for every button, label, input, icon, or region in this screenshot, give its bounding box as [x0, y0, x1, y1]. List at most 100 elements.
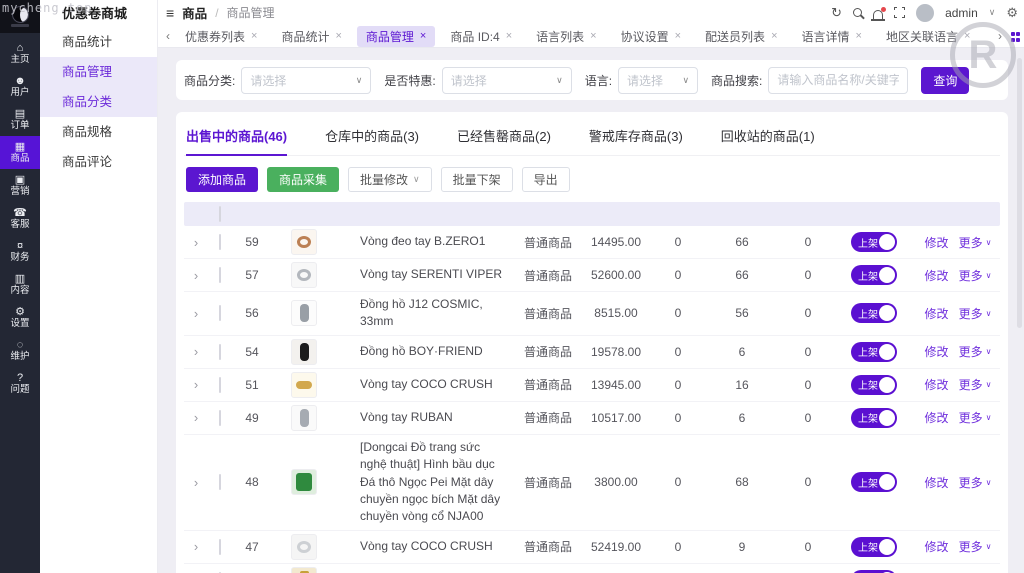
onshelf-toggle[interactable]: 上架	[851, 375, 897, 395]
export-button[interactable]: 导出	[522, 167, 570, 192]
select-all-checkbox[interactable]	[219, 206, 221, 222]
open-tab[interactable]: 地区关联语言 ×	[877, 26, 979, 47]
onshelf-toggle[interactable]: 上架	[851, 265, 897, 285]
sidebar-menu-item[interactable]: 商品规格	[40, 117, 157, 147]
row-checkbox[interactable]	[219, 410, 221, 426]
more-link[interactable]: 更多 ∨	[959, 474, 992, 491]
sidebar-menu-item[interactable]: 商品统计	[40, 27, 157, 57]
onshelf-toggle[interactable]: 上架	[851, 232, 897, 252]
rail-item[interactable]: ⚙ 设置	[0, 301, 40, 334]
refresh-icon[interactable]: ↻	[831, 5, 842, 21]
more-link[interactable]: 更多 ∨	[959, 343, 992, 360]
open-tab[interactable]: 协议设置 ×	[612, 26, 690, 47]
status-tab[interactable]: 仓库中的商品(3)	[325, 122, 419, 155]
fullscreen-icon[interactable]	[894, 7, 905, 18]
tab-close-icon[interactable]: ×	[771, 30, 777, 42]
edit-link[interactable]: 修改	[925, 343, 949, 360]
username[interactable]: admin	[945, 6, 978, 20]
status-tab[interactable]: 警戒库存商品(3)	[589, 122, 683, 155]
status-tab[interactable]: 回收站的商品(1)	[721, 122, 815, 155]
query-button[interactable]: 查询	[921, 67, 969, 94]
tab-close-icon[interactable]: ×	[675, 30, 681, 42]
breadcrumb-root[interactable]: 商品	[182, 3, 207, 22]
app-logo[interactable]	[0, 0, 40, 33]
onshelf-toggle[interactable]: 上架	[851, 303, 897, 323]
rail-item[interactable]: ☎ 客服	[0, 202, 40, 235]
row-expand-icon[interactable]: ›	[184, 344, 208, 359]
row-expand-icon[interactable]: ›	[184, 268, 208, 283]
open-tab[interactable]: 语言列表 ×	[527, 26, 605, 47]
row-expand-icon[interactable]: ›	[184, 306, 208, 321]
category-select[interactable]: 请选择 ∨	[241, 67, 371, 94]
open-tab[interactable]: 配送员列表 ×	[696, 26, 786, 47]
row-checkbox[interactable]	[219, 377, 221, 393]
edit-link[interactable]: 修改	[925, 234, 949, 251]
row-expand-icon[interactable]: ›	[184, 377, 208, 392]
tab-close-icon[interactable]: ×	[420, 30, 426, 42]
edit-link[interactable]: 修改	[925, 376, 949, 393]
batch-edit-button[interactable]: 批量修改 ∨	[348, 167, 432, 192]
edit-link[interactable]: 修改	[925, 409, 949, 426]
more-link[interactable]: 更多 ∨	[959, 305, 992, 322]
row-expand-icon[interactable]: ›	[184, 410, 208, 425]
product-search-input[interactable]	[768, 67, 908, 94]
onshelf-toggle[interactable]: 上架	[851, 408, 897, 428]
more-link[interactable]: 更多 ∨	[959, 376, 992, 393]
rail-item[interactable]: ▦ 商品	[0, 136, 40, 169]
special-select[interactable]: 请选择 ∨	[442, 67, 572, 94]
row-checkbox[interactable]	[219, 234, 221, 250]
add-product-button[interactable]: 添加商品	[186, 167, 258, 192]
row-checkbox[interactable]	[219, 267, 221, 283]
edit-link[interactable]: 修改	[925, 267, 949, 284]
rail-item[interactable]: ⌂ 主页	[0, 37, 40, 70]
tab-close-icon[interactable]: ×	[251, 30, 257, 42]
edit-link[interactable]: 修改	[925, 538, 949, 555]
row-checkbox[interactable]	[219, 305, 221, 321]
row-checkbox[interactable]	[219, 539, 221, 555]
row-checkbox[interactable]	[219, 344, 221, 360]
user-chevron-down-icon[interactable]: ∨	[989, 7, 996, 18]
avatar[interactable]	[916, 4, 934, 22]
rail-item[interactable]: ▥ 内容	[0, 268, 40, 301]
rail-item[interactable]: ☻ 用户	[0, 70, 40, 103]
more-link[interactable]: 更多 ∨	[959, 409, 992, 426]
tab-close-icon[interactable]: ×	[506, 30, 512, 42]
rail-item[interactable]: ▣ 营销	[0, 169, 40, 202]
tabs-scroll-left-icon[interactable]: ‹	[160, 29, 176, 43]
open-tab[interactable]: 商品统计 ×	[272, 26, 350, 47]
sidebar-menu-item[interactable]: 商品分类	[40, 87, 157, 117]
notification-bell-icon[interactable]	[873, 10, 883, 19]
more-link[interactable]: 更多 ∨	[959, 538, 992, 555]
search-icon[interactable]	[853, 8, 862, 17]
row-checkbox[interactable]	[219, 474, 221, 490]
menu-toggle-icon[interactable]: ≡	[166, 5, 174, 21]
open-tab[interactable]: 商品管理 ×	[357, 26, 435, 47]
edit-link[interactable]: 修改	[925, 474, 949, 491]
rail-item[interactable]: ¤ 财务	[0, 235, 40, 268]
status-tab[interactable]: 已经售罄商品(2)	[457, 122, 551, 155]
collect-product-button[interactable]: 商品采集	[267, 167, 339, 192]
row-expand-icon[interactable]: ›	[184, 539, 208, 554]
vertical-scrollbar[interactable]	[1017, 58, 1022, 328]
open-tab[interactable]: 商品 ID:4 ×	[441, 26, 521, 47]
rail-item[interactable]: ? 问题	[0, 367, 40, 400]
sidebar-menu-item[interactable]: 商品管理	[40, 57, 157, 87]
rail-item[interactable]: ◌ 维护	[0, 334, 40, 367]
language-select[interactable]: 请选择 ∨	[618, 67, 698, 94]
tab-close-icon[interactable]: ×	[964, 30, 970, 42]
tab-close-icon[interactable]: ×	[335, 30, 341, 42]
open-tab[interactable]: 翻译配置 ×	[985, 26, 994, 47]
rail-item[interactable]: ▤ 订单	[0, 103, 40, 136]
row-expand-icon[interactable]: ›	[184, 235, 208, 250]
tab-close-icon[interactable]: ×	[856, 30, 862, 42]
sidebar-menu-item[interactable]: 商品评论	[40, 147, 157, 177]
status-tab[interactable]: 出售中的商品(46)	[186, 122, 287, 156]
tabs-scroll-right-icon[interactable]: ›	[996, 29, 1004, 43]
tab-options-grid-icon[interactable]	[1011, 32, 1021, 42]
onshelf-toggle[interactable]: 上架	[851, 537, 897, 557]
onshelf-toggle[interactable]: 上架	[851, 472, 897, 492]
onshelf-toggle[interactable]: 上架	[851, 342, 897, 362]
more-link[interactable]: 更多 ∨	[959, 234, 992, 251]
more-link[interactable]: 更多 ∨	[959, 267, 992, 284]
tab-close-icon[interactable]: ×	[590, 30, 596, 42]
